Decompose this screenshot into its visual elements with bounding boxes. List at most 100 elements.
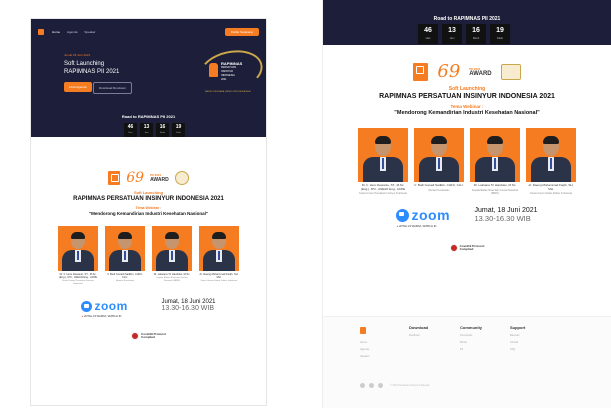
covid-badge: Covid19 Protocol Complied: [31, 332, 266, 341]
emblem-text-3: INSINYUR: [221, 70, 233, 73]
footer-brand-links: Home Agenda Speaker: [360, 337, 370, 358]
footer-link[interactable]: FAQ: [510, 348, 525, 351]
countdown-seconds: 19 Detik: [490, 24, 510, 44]
speaker-card[interactable]: Dr. Laksana Tri Handoko, M.Sc. Kepala Bad…: [470, 128, 520, 195]
pii-logo-icon[interactable]: [38, 29, 44, 35]
footer-heading: Support: [510, 325, 526, 330]
hero-date: Jumat 18 Juni 2021: [64, 53, 91, 57]
zoom-logo[interactable]: zoom: [396, 207, 456, 223]
countdown-title: Road to RAPIMNAS PII 2021: [433, 16, 501, 22]
pii-logo-icon: [108, 171, 121, 185]
countdown: 46 Hari 13 Jam 16 Menit 19 Detik: [418, 24, 510, 44]
hero-title-line1: Soft Launching: [64, 61, 105, 67]
copyright: © 2021 Persatuan Insinyur Indonesia: [390, 384, 430, 387]
footer-col-download: Download Rundown: [409, 325, 428, 337]
footer-link[interactable]: Berita: [460, 341, 482, 344]
zoom-logo[interactable]: zoom: [81, 299, 141, 313]
countdown-days: 46 Hari: [124, 123, 137, 137]
countdown-title: Road to RAPIMNAS PII 2021: [121, 114, 176, 119]
youtube-icon[interactable]: [378, 383, 383, 388]
footer-col-support: Support Bantuan Kontak FAQ: [510, 325, 525, 351]
footer-link[interactable]: Kontak: [510, 341, 525, 344]
rundown-button[interactable]: Download Rundown: [93, 82, 132, 94]
nav-link-agenda[interactable]: Agenda: [67, 30, 77, 34]
hero-section: Home Agenda Speaker Daftar Sekarang Juma…: [31, 19, 266, 137]
nav-links: Home Agenda Speaker: [52, 30, 96, 34]
footer-link[interactable]: Rundown: [409, 334, 428, 337]
footer-link[interactable]: Speaker: [360, 355, 370, 358]
logo-row: 69 PII 2021 AWARD: [323, 61, 611, 82]
speaker-name: Ir. Budi Gunadi Sadikin, CHFC, CLU.: [107, 273, 143, 279]
event-heading: Soft Launching RAPIMNAS PERSATUAN INSINY…: [323, 86, 611, 116]
nav-link-speaker[interactable]: Speaker: [84, 30, 95, 34]
speaker-card[interactable]: dr. Daeng Mohammad Faqih, SH, MH. Ketua U…: [199, 226, 239, 285]
zoom-block: zoom ● HOTEL 23 WARDA, WWW.IA.ID: [81, 299, 141, 318]
covid-protocol-icon: [131, 332, 140, 341]
venue-address: ● HOTEL 23 WARDA, WWW.IA.ID: [81, 315, 122, 319]
footer-heading: Community: [460, 325, 482, 330]
zoom-block: zoom ● HOTEL 23 WARDA, WWW.IA.ID: [396, 207, 456, 228]
countdown: 46 Hari 13 Jam 16 Menit 19 Detik: [124, 123, 185, 137]
speaker-card[interactable]: Ir. Budi Gunadi Sadikin, CHFC, CLU. Mente…: [414, 128, 464, 195]
speaker-photo: [105, 226, 145, 271]
webinar-theme: "Mendorong Kemandirian Industri Kesehata…: [394, 110, 540, 116]
event-section: 69 PII 2021 AWARD Soft Launching RAPIMNAS…: [31, 170, 266, 341]
venue-address: ● HOTEL 23 WARDA, WWW.IA.ID: [396, 225, 437, 229]
speaker-card[interactable]: dr. Daeng Mohammad Faqih, SH, MH. Ketua U…: [526, 128, 576, 195]
facebook-icon[interactable]: [360, 383, 365, 388]
speaker-photo: [414, 128, 464, 182]
speaker-name: Dr. Laksana Tri Handoko, M.Sc.: [153, 273, 191, 276]
speaker-role: Ketua Umum Persatuan Insinyur Indonesia: [62, 280, 94, 285]
award-text: PII 2021 AWARD: [150, 173, 169, 183]
speaker-card[interactable]: Dr. Laksana Tri Handoko, M.Sc. Kepala Bad…: [152, 226, 192, 285]
landing-page-full: Home Agenda Speaker Daftar Sekarang Juma…: [30, 18, 267, 406]
pii-logo-icon[interactable]: [360, 327, 366, 334]
event-datetime: Jumat, 18 Juni 2021 13.30-16.30 WIB: [161, 299, 215, 312]
speaker-role: Ketua Umum Ikatan Dokter Indonesia: [200, 280, 238, 282]
agenda-button[interactable]: Lihat Agenda: [64, 82, 92, 92]
webinar-theme-label: Tema Webinar :: [135, 206, 162, 210]
event-heading: Soft Launching RAPIMNAS PERSATUAN INSINY…: [31, 190, 266, 216]
speaker-photo: [199, 226, 239, 271]
footer-link[interactable]: Agenda: [360, 348, 370, 351]
speaker-role: Kepala Badan Riset dan Inovasi Nasional …: [156, 277, 188, 282]
zoom-icon: [81, 300, 93, 312]
event-date: Jumat, 18 Juni 2021: [474, 207, 538, 215]
speaker-role: Ketua Umum Persatuan Insinyur Indonesia: [359, 192, 407, 196]
hero-title-line2: RAPIMNAS PII 2021: [64, 69, 120, 75]
countdown-minutes: 16 Menit: [156, 123, 169, 137]
screenshot-stage: Home Agenda Speaker Daftar Sekarang Juma…: [0, 0, 611, 408]
footer-link[interactable]: Komunitas: [460, 334, 482, 337]
event-datetime: Jumat, 18 Juni 2021 13.30-16.30 WIB: [474, 207, 537, 223]
speaker-photo: [358, 128, 408, 182]
speaker-card[interactable]: Dr. Ir. Heru Dewanto, ST., M.Sc.(Eng.), …: [58, 226, 98, 285]
register-button[interactable]: Daftar Sekarang: [225, 28, 259, 36]
webinar-theme: "Mendorong Kemandirian Industri Kesehata…: [88, 211, 209, 216]
speaker-list: Dr. Ir. Heru Dewanto, ST., M.Sc.(Eng.), …: [323, 128, 611, 195]
speaker-role: Ketua Umum Ikatan Dokter Indonesia: [530, 192, 572, 196]
footer-link[interactable]: Bantuan: [510, 334, 525, 337]
seal-icon: [174, 171, 189, 185]
award-text: PII 2021 AWARD: [469, 66, 492, 77]
countdown-seconds: 19 Detik: [172, 123, 185, 137]
countdown-band: Road to RAPIMNAS PII 2021 46 Hari 13 Jam 1…: [323, 0, 611, 45]
covid-badge: Covid19 Protocol Complied: [323, 244, 611, 253]
footer-link[interactable]: Home: [360, 341, 370, 344]
speaker-card[interactable]: Dr. Ir. Heru Dewanto, ST., M.Sc.(Eng.), …: [358, 128, 408, 195]
emblem-text-2: PERSATUAN: [221, 66, 237, 69]
emblem-text-5: 2021: [221, 78, 227, 81]
footer-link[interactable]: PII: [460, 348, 482, 351]
landing-page-scrolled: Road to RAPIMNAS PII 2021 46 Hari 13 Jam 1…: [322, 0, 611, 408]
speaker-card[interactable]: Ir. Budi Gunadi Sadikin, CHFC, CLU. Mente…: [105, 226, 145, 285]
nav-link-home[interactable]: Home: [52, 30, 60, 34]
countdown-hours: 13 Jam: [140, 123, 153, 137]
event-title: RAPIMNAS PERSATUAN INSINYUR INDONESIA 20…: [73, 196, 224, 202]
top-nav: Home Agenda Speaker Daftar Sekarang: [31, 19, 266, 45]
speaker-photo: [470, 128, 520, 182]
speaker-name: dr. Daeng Mohammad Faqih, SH, MH.: [528, 183, 574, 191]
instagram-icon[interactable]: [369, 383, 374, 388]
speaker-name: Dr. Ir. Heru Dewanto, ST., M.Sc.(Eng.), …: [58, 273, 98, 279]
event-kicker: Soft Launching: [133, 190, 164, 195]
webinar-theme-label: Tema Webinar :: [450, 104, 484, 109]
event-kicker: Soft Launching: [448, 86, 486, 92]
